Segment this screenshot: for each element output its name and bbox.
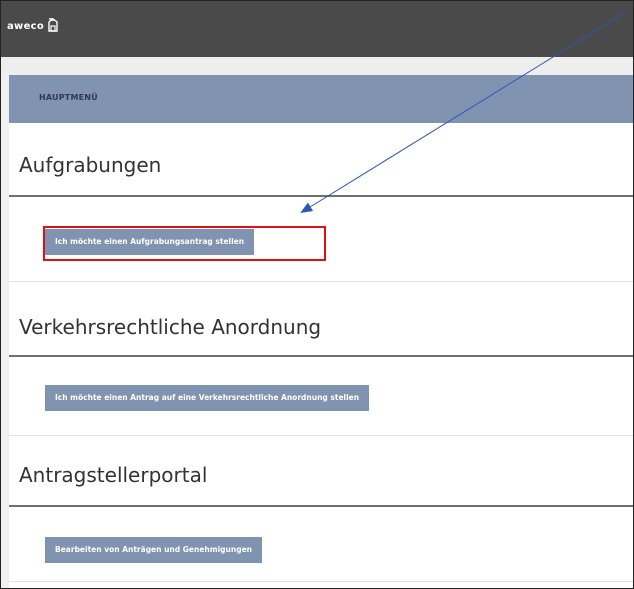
section-title-applicant-portal: Antragstellerportal <box>19 463 208 487</box>
section-title-traffic-order: Verkehrsrechtliche Anordnung <box>19 315 322 339</box>
app-window: aweco HAUPTMENÜ Aufgrabungen Ich möchte … <box>0 0 634 589</box>
request-traffic-order-button[interactable]: Ich möchte einen Antrag auf eine Verkehr… <box>45 385 370 411</box>
section-divider <box>9 505 633 507</box>
logo[interactable]: aweco <box>7 17 59 33</box>
section-end-divider <box>9 435 633 436</box>
sub-strip <box>1 57 633 75</box>
top-bar: aweco <box>1 1 633 57</box>
main-menu-header[interactable]: HAUPTMENÜ <box>9 75 633 123</box>
edit-applications-button[interactable]: Bearbeiten von Anträgen und Genehmigunge… <box>45 537 262 563</box>
section-title-aufgrabungen: Aufgrabungen <box>19 153 162 177</box>
section-divider <box>9 355 633 357</box>
highlight-box <box>43 226 326 261</box>
logo-text: aweco <box>7 20 45 32</box>
section-end-divider <box>9 581 633 582</box>
house-icon <box>47 17 59 32</box>
main-content: HAUPTMENÜ Aufgrabungen Ich möchte einen … <box>9 75 633 588</box>
section-divider <box>9 195 633 197</box>
section-end-divider <box>9 281 633 282</box>
main-menu-label: HAUPTMENÜ <box>39 93 98 102</box>
